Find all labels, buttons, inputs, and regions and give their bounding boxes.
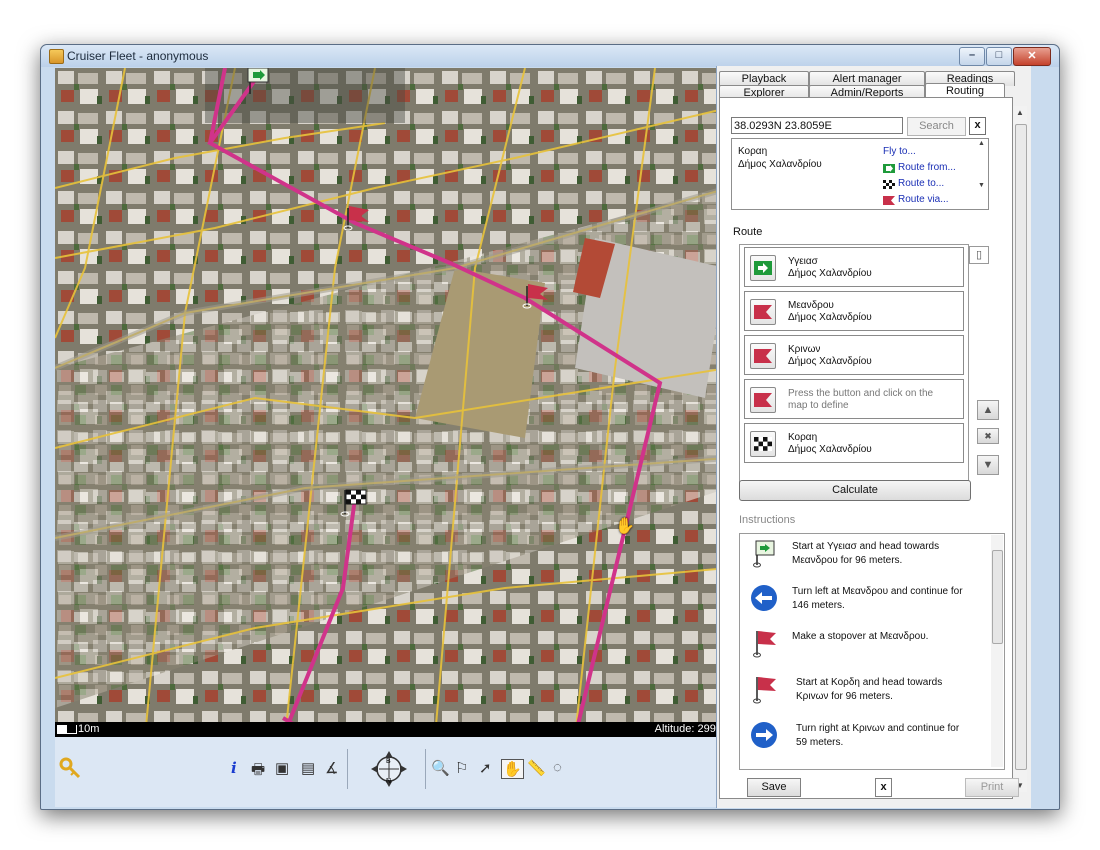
tab-playback[interactable]: Playback: [719, 71, 809, 86]
pointer-icon[interactable]: ➚: [479, 759, 492, 777]
hand-cursor-icon: ✋: [615, 518, 635, 535]
document-icon[interactable]: ▤: [301, 759, 315, 777]
keys-icon[interactable]: [59, 757, 81, 779]
save-button[interactable]: Save: [747, 778, 801, 797]
book-icon[interactable]: ▣: [275, 759, 289, 777]
route-item-via-2[interactable]: Κριvων Δήμος Χαλανδρίου: [744, 335, 964, 375]
route-via-link[interactable]: Route via...: [883, 192, 956, 208]
checkered-flag-icon: [754, 437, 772, 451]
printer-icon[interactable]: 🖶: [251, 759, 265, 784]
panel-scrollbar[interactable]: ▲ ▼: [1013, 106, 1027, 792]
route-item-start[interactable]: Υγειασ Δήμος Χαλανδρίου: [744, 247, 964, 287]
clear-instructions-button[interactable]: x: [875, 778, 892, 797]
angle-icon[interactable]: ∡: [325, 759, 338, 777]
scale-label: 10m: [78, 723, 100, 735]
route-item-via-1[interactable]: Μεανδρου Δήμος Χαλανδρίου: [744, 291, 964, 331]
start-icon: [754, 261, 772, 275]
define-via-button[interactable]: [750, 387, 776, 413]
print-button[interactable]: Print: [965, 778, 1019, 797]
via-button[interactable]: [750, 343, 776, 369]
search-input[interactable]: 38.0293N 23.8059E: [731, 117, 903, 134]
info-icon[interactable]: i: [231, 759, 237, 777]
instruction-item: Start at Υγειασ and head towards Μεανδρου…: [740, 536, 990, 580]
clear-route-icon[interactable]: ▯: [969, 246, 989, 264]
route-from-link[interactable]: Route from...: [883, 160, 956, 176]
map-status-bar: 10m Altitude: 299m: [55, 722, 728, 737]
instruction-item: Start at Κορδη and head towards Κριvων fo…: [740, 672, 990, 716]
turn-right-icon: [751, 722, 777, 748]
start-button[interactable]: [750, 255, 776, 281]
map-toolbar: i 🖶 ▣ ▤ ∡ B N 🔍 ⚐ ➚ ✋ 📏 ◌: [55, 737, 728, 807]
route-list: Υγειασ Δήμος Χαλανδρίου Μεανδρου Δήμος Χαλ…: [739, 244, 969, 486]
start-icon: [753, 540, 775, 568]
flag-icon: [754, 349, 772, 363]
move-down-icon[interactable]: ▼: [977, 455, 999, 475]
zoom-icon[interactable]: 🔍: [431, 759, 450, 777]
calculate-button[interactable]: Calculate: [739, 480, 971, 501]
scroll-thumb[interactable]: [992, 550, 1003, 644]
route-item-pending[interactable]: Press the button and click on the map to …: [744, 379, 964, 419]
altitude-readout: Altitude: 299m: [654, 723, 725, 735]
close-button[interactable]: ✕: [1013, 47, 1051, 66]
tab-alert-manager[interactable]: Alert manager: [809, 71, 925, 86]
app-icon: [49, 49, 64, 64]
move-up-icon[interactable]: ▲: [977, 400, 999, 420]
toolbar-separator: [425, 749, 426, 789]
ruler-icon[interactable]: 📏: [527, 759, 546, 777]
route-label: Route: [733, 226, 763, 238]
maximize-button[interactable]: □: [986, 47, 1012, 66]
start-icon: [883, 163, 895, 173]
instruction-item: Turn right at Κριvων and continue for 59 …: [740, 718, 990, 762]
lasso-icon[interactable]: ◌: [553, 759, 562, 776]
instruction-item: Turn left at Μεανδρου and continue for 14…: [740, 581, 990, 625]
clear-search-button[interactable]: x: [969, 117, 986, 135]
flag-icon[interactable]: ⚐: [455, 759, 468, 777]
scroll-up-icon[interactable]: ▲: [1013, 108, 1027, 117]
search-results: Κοραη Δήμος Χαλανδρίου Fly to... Route f…: [731, 138, 989, 210]
result-item[interactable]: Κοραη Δήμος Χαλανδρίου: [738, 145, 822, 171]
hand-icon[interactable]: ✋: [501, 759, 524, 779]
flag-icon: [883, 195, 895, 205]
end-button[interactable]: [750, 431, 776, 457]
routing-panel: Playback Alert manager Readings Explorer…: [716, 66, 1031, 808]
fly-to-link[interactable]: Fly to...: [883, 144, 956, 160]
remove-icon[interactable]: ✖: [977, 428, 999, 444]
pan-compass[interactable]: B N: [369, 749, 409, 789]
instructions-scrollbar[interactable]: [991, 535, 1003, 767]
instructions-list: Start at Υγειασ and head towards Μεανδρου…: [739, 533, 1005, 770]
scroll-thumb[interactable]: [1015, 124, 1027, 770]
route-to-link[interactable]: Route to...: [883, 176, 956, 192]
route-item-end[interactable]: Κοραη Δήμος Χαλανδρίου: [744, 423, 964, 463]
instruction-item: Make a stopover at Μεανδρου.: [740, 626, 990, 670]
minimize-button[interactable]: –: [959, 47, 985, 66]
flag-icon: [753, 631, 776, 658]
window-title: Cruiser Fleet - anonymous: [67, 49, 209, 63]
flag-icon: [753, 677, 776, 704]
satellite-map[interactable]: ✋ 10m Altitude: 299m: [55, 68, 728, 737]
toolbar-separator: [347, 749, 348, 789]
compass-b: B: [386, 758, 391, 765]
flag-icon: [754, 305, 772, 319]
map-graphics: [55, 68, 728, 737]
flag-icon: [754, 393, 772, 407]
scale-bar-icon: [57, 725, 77, 734]
compass-n: N: [386, 778, 391, 785]
checkered-flag-icon: [883, 179, 895, 189]
turn-left-icon: [751, 585, 777, 611]
search-button[interactable]: Search: [907, 117, 966, 136]
via-button[interactable]: [750, 299, 776, 325]
results-scrollbar[interactable]: ▲ ▼: [976, 140, 987, 206]
instructions-label: Instructions: [739, 514, 796, 526]
result-actions: Fly to... Route from... Route to... Rout…: [883, 144, 956, 208]
title-bar[interactable]: Cruiser Fleet - anonymous – □ ✕: [41, 45, 1059, 67]
